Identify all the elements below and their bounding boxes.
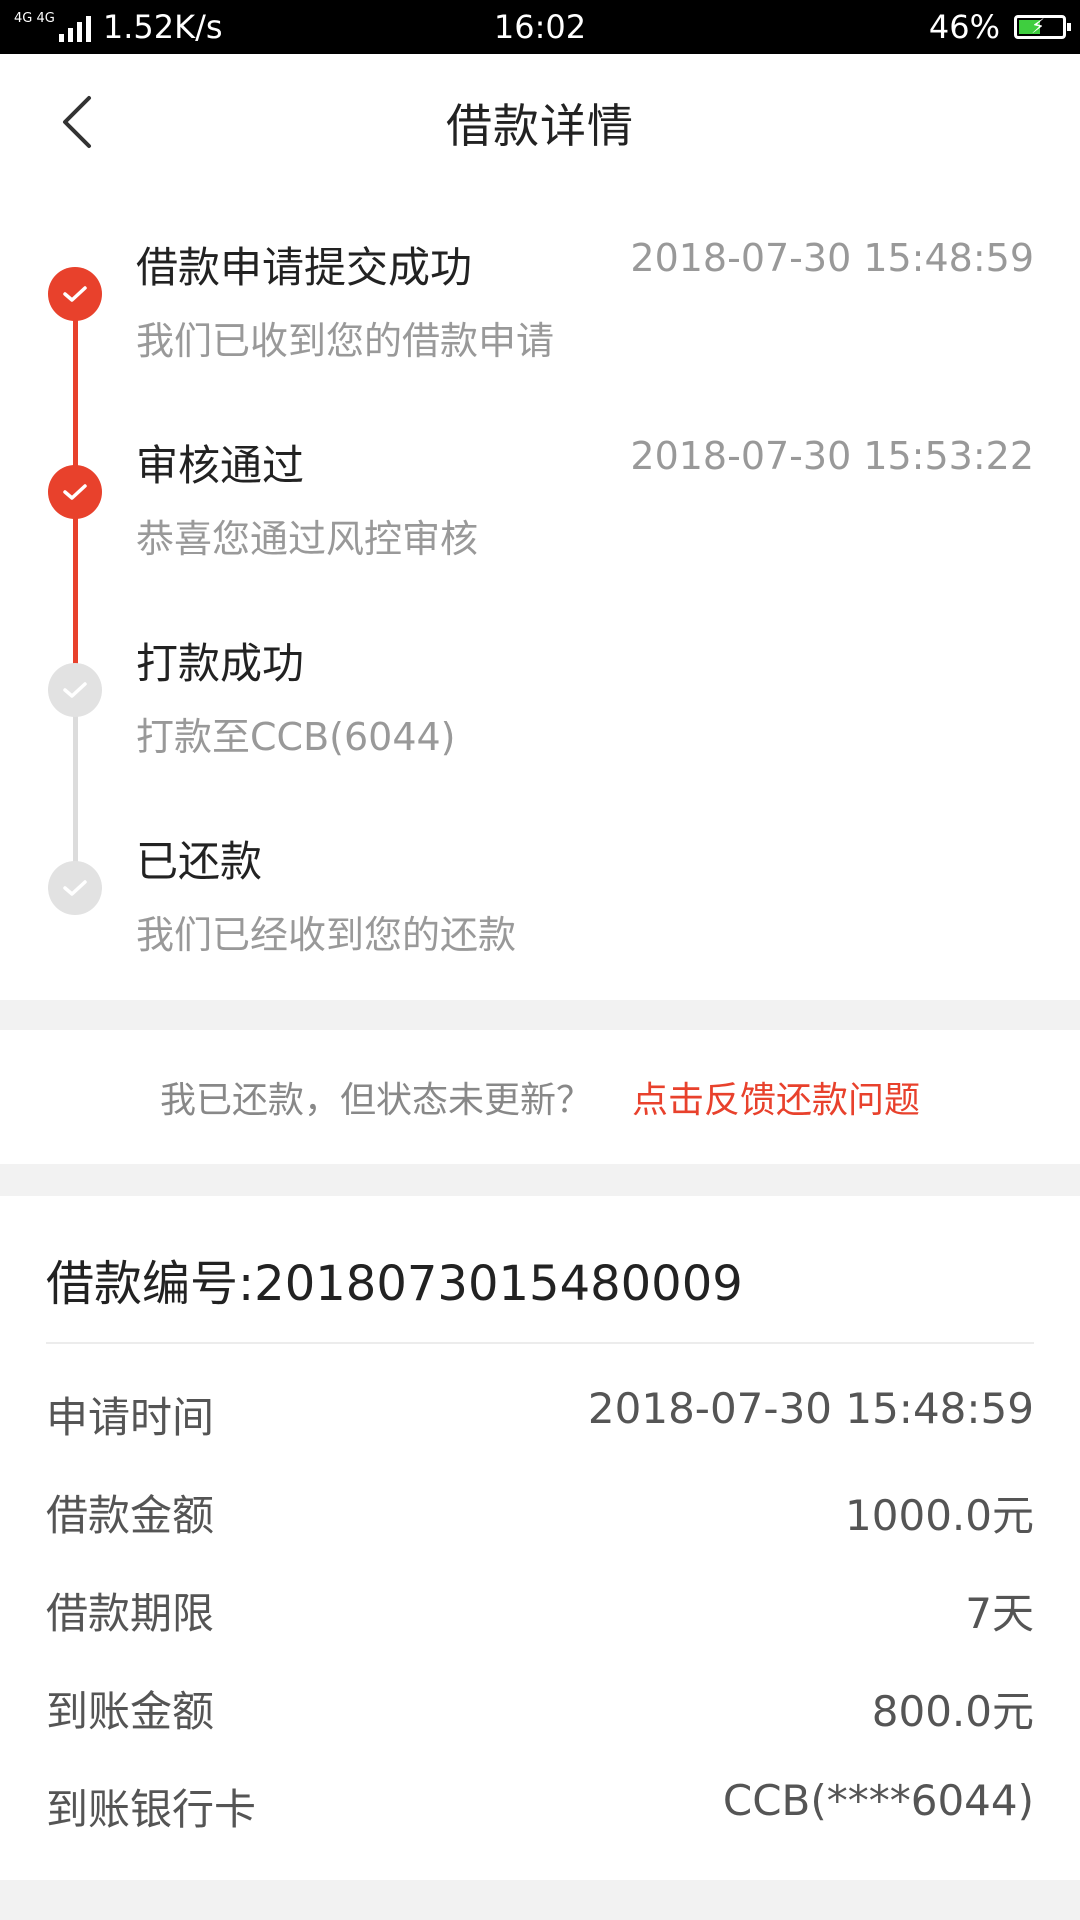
detail-value: 2018-07-30 15:48:59 <box>587 1384 1034 1433</box>
detail-value: 800.0元 <box>871 1687 1034 1736</box>
step-title: 已还款 <box>136 837 263 886</box>
feedback-link[interactable]: 点击反馈还款问题 <box>632 1071 920 1123</box>
detail-row-received: 到账金额 800.0元 <box>46 1654 1034 1752</box>
feedback-question: 我已还款，但状态未更新？ <box>159 1080 592 1121</box>
detail-value: 7天 <box>965 1589 1034 1638</box>
timeline-step-approved: 审核通过 2018-07-30 15:53:22 恭喜您通过风控审核 <box>0 388 1080 586</box>
status-bar: 4G 4G 1.52K/s 16:02 46% ⚡ <box>0 0 1080 54</box>
detail-row-term: 借款期限 7天 <box>46 1556 1034 1654</box>
detail-value: 1000.0元 <box>845 1491 1034 1540</box>
repayment-feedback: 我已还款，但状态未更新？ 点击反馈还款问题 <box>0 1030 1080 1164</box>
detail-label: 借款期限 <box>46 1589 215 1638</box>
nav-bar: 借款详情 <box>0 54 1080 190</box>
check-circle-icon <box>48 861 102 915</box>
timeline-step-disbursed: 打款成功 打款至CCB(6044) <box>0 586 1080 784</box>
page-title: 借款详情 <box>446 99 634 153</box>
step-title: 审核通过 <box>136 441 305 490</box>
battery-percent: 46% <box>928 8 1000 46</box>
detail-label: 到账银行卡 <box>46 1785 257 1834</box>
divider <box>46 1342 1034 1344</box>
step-time: 2018-07-30 15:53:22 <box>630 434 1034 478</box>
timeline-step-submitted: 借款申请提交成功 2018-07-30 15:48:59 我们已收到您的借款申请 <box>0 190 1080 388</box>
detail-label: 申请时间 <box>46 1393 215 1442</box>
detail-label: 借款金额 <box>46 1491 215 1540</box>
step-description: 我们已经收到您的还款 <box>136 913 517 957</box>
progress-timeline: 借款申请提交成功 2018-07-30 15:48:59 我们已收到您的借款申请… <box>0 190 1080 1000</box>
loan-details: 借款编号:2018073015480009 申请时间 2018-07-30 15… <box>0 1196 1080 1880</box>
check-circle-icon <box>48 465 102 519</box>
step-time: 2018-07-30 15:48:59 <box>630 236 1034 280</box>
timeline-step-repaid: 已还款 我们已经收到您的还款 <box>0 784 1080 982</box>
step-description: 打款至CCB(6044) <box>136 715 456 759</box>
step-description: 恭喜您通过风控审核 <box>136 517 479 561</box>
step-title: 借款申请提交成功 <box>136 243 473 292</box>
check-circle-icon <box>48 663 102 717</box>
detail-row-apply-time: 申请时间 2018-07-30 15:48:59 <box>46 1360 1034 1458</box>
battery-icon: ⚡ <box>1014 14 1071 39</box>
check-circle-icon <box>48 267 102 321</box>
detail-label: 到账金额 <box>46 1687 215 1736</box>
step-title: 打款成功 <box>136 639 305 688</box>
loan-number: 借款编号:2018073015480009 <box>46 1256 743 1312</box>
detail-row-bank-card: 到账银行卡 CCB(****6044) <box>46 1752 1034 1850</box>
status-right: 46% ⚡ <box>928 0 1071 54</box>
step-description: 我们已收到您的借款申请 <box>136 319 555 363</box>
clock: 16:02 <box>493 8 587 46</box>
detail-row-amount: 借款金额 1000.0元 <box>46 1458 1034 1556</box>
detail-value: CCB(****6044) <box>722 1776 1034 1825</box>
